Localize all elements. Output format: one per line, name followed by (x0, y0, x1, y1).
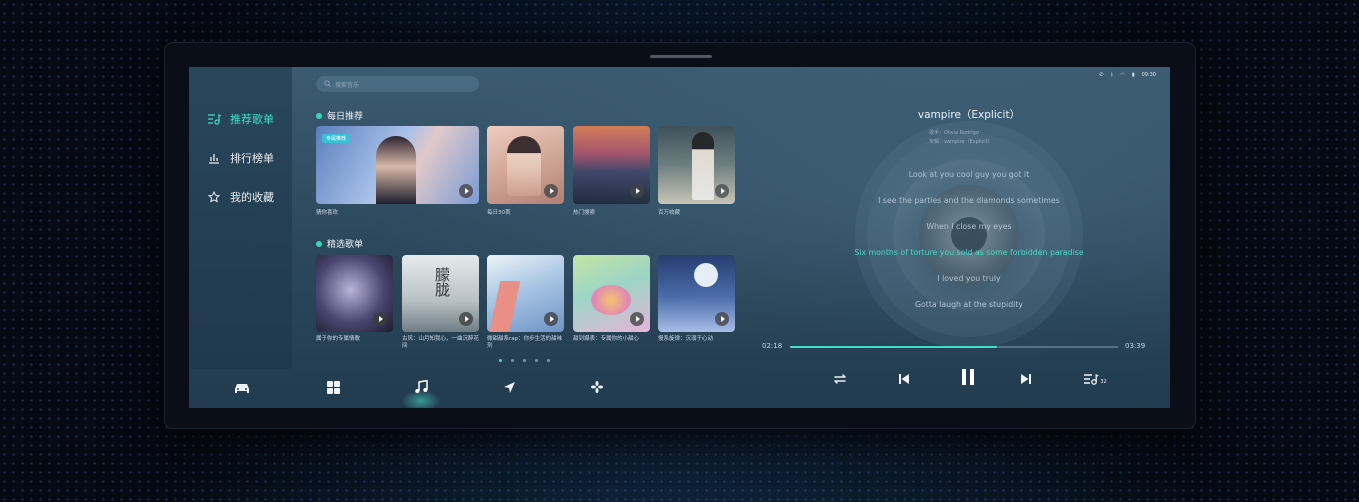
card-caption: 属于你的专属情歌 (316, 336, 361, 342)
album-name: 专辑：vampire（Explicit） (929, 139, 993, 145)
sidebar: 推荐歌单 排行榜单 我的收藏 (189, 67, 292, 369)
search-icon (324, 79, 331, 89)
search-placeholder: 搜索音乐 (335, 81, 360, 89)
cover-figure (692, 132, 714, 200)
play-icon[interactable] (459, 312, 473, 326)
page-dot[interactable] (547, 359, 550, 362)
search-input[interactable]: 搜索音乐 (316, 76, 479, 92)
bottom-nav (189, 369, 1170, 408)
page-dot[interactable] (535, 359, 538, 362)
total-time: 03:39 (1125, 342, 1146, 350)
lyric-line: Look at you cool guy you got it (908, 170, 1030, 179)
sidebar-item-label: 推荐歌单 (230, 113, 274, 126)
play-icon[interactable] (544, 184, 558, 198)
play-icon[interactable] (715, 184, 729, 198)
lyric-line: I see the parties and the diamonds somet… (878, 196, 1060, 205)
sidebar-item-label: 排行榜单 (230, 152, 274, 165)
play-icon[interactable] (630, 184, 644, 198)
sidebar-item-recommended[interactable]: 推荐歌单 (207, 111, 274, 127)
nav-apps[interactable] (311, 369, 355, 408)
apps-icon (326, 379, 340, 398)
playlist-card-daily-30[interactable] (487, 126, 564, 204)
nav-climate[interactable] (575, 369, 619, 408)
lyric-line-current: Six months of torture you sold as some f… (854, 248, 1084, 257)
card-caption: 甜到爆表：专属你的小甜心 (573, 336, 640, 342)
sidebar-item-favorites[interactable]: 我的收藏 (207, 189, 274, 205)
section-daily-title: 每日推荐 (316, 109, 363, 122)
bezel-notch (650, 55, 712, 58)
play-icon[interactable] (459, 184, 473, 198)
phone-icon: ✆ (1099, 72, 1104, 78)
play-icon[interactable] (630, 312, 644, 326)
section-featured-title: 精选歌单 (316, 237, 363, 250)
card-caption: 慢系旋律：沉溺于心动 (658, 336, 714, 342)
play-icon[interactable] (544, 312, 558, 326)
song-title: vampire（Explicit） (917, 109, 1021, 121)
signal-icon: ▮ (1131, 72, 1135, 78)
bluetooth-icon: ᛒ (1110, 72, 1114, 78)
artist-name: 歌手：Olivia Rodrigo (929, 130, 979, 136)
playlist-card-ancient-style[interactable]: 朦胧 (402, 255, 479, 332)
page-dot[interactable] (499, 359, 502, 362)
playlist-card-million-favorites[interactable] (658, 126, 735, 204)
card-caption: 古风：山月知我心，一曲沉醉花间 (402, 336, 480, 349)
infotainment-screen: 推荐歌单 排行榜单 我的收藏 搜索音乐 ✆ ᛒ ◠ ▮ 09:30 每日推荐 专… (189, 67, 1170, 408)
playlist-card-sweet-rap[interactable] (487, 255, 564, 332)
star-icon (207, 190, 221, 204)
elapsed-time: 02:18 (762, 342, 783, 350)
lyric-line: I loved you truly (937, 274, 1001, 283)
progress-fill (790, 346, 997, 348)
music-note-icon (414, 379, 428, 398)
playlist-card-love-songs[interactable] (316, 255, 393, 332)
cover-figure (507, 136, 541, 196)
status-time: 09:30 (1141, 72, 1156, 78)
playlist-card-hot-search[interactable] (573, 126, 650, 204)
badge: 专属推荐 (322, 134, 351, 143)
page-dot[interactable] (523, 359, 526, 362)
nav-navigation[interactable] (487, 369, 531, 408)
card-caption: 热门搜索 (573, 210, 596, 216)
page-dot[interactable] (511, 359, 514, 362)
navigation-icon (503, 379, 516, 398)
play-icon[interactable] (373, 312, 387, 326)
chart-icon (207, 151, 221, 165)
sidebar-item-charts[interactable]: 排行榜单 (207, 150, 274, 166)
lyric-line: When I close my eyes (926, 222, 1012, 231)
card-caption: 微甜甜系rap：你步生活的甜味剂 (487, 336, 563, 349)
play-icon[interactable] (715, 312, 729, 326)
lyric-line: Gotta laugh at the stupidity (915, 300, 1023, 309)
wifi-icon: ◠ (1120, 72, 1125, 78)
card-caption: 猜你喜欢 (316, 210, 339, 216)
car-icon (233, 379, 251, 398)
nav-car[interactable] (220, 369, 264, 408)
playlist-card-guess-you-like[interactable]: 专属推荐 (316, 126, 479, 204)
card-caption: 每日30首 (487, 210, 511, 216)
page-indicator (499, 359, 550, 362)
playlist-icon (207, 112, 221, 126)
progress-bar[interactable] (790, 346, 1118, 348)
playlist-card-slow-melody[interactable] (658, 255, 735, 332)
cover-figure (376, 136, 416, 204)
status-bar: ✆ ᛒ ◠ ▮ 09:30 (1099, 72, 1156, 78)
card-caption: 百万收藏 (658, 210, 681, 216)
nav-music[interactable] (399, 369, 443, 408)
playlist-card-super-sweet[interactable] (573, 255, 650, 332)
fan-icon (590, 379, 604, 398)
sidebar-item-label: 我的收藏 (230, 191, 274, 204)
